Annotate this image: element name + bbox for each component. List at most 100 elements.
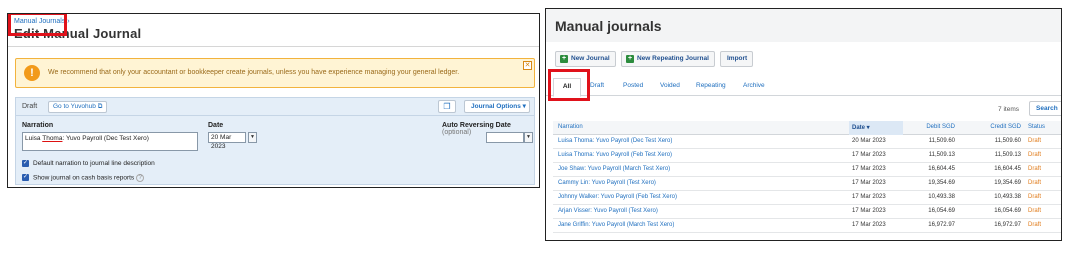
plus-icon: + [626,55,634,63]
row-narration[interactable]: Cammy Lin: Yuvo Payroll (Test Xero) [558,180,656,186]
items-count: 7 items [998,106,1019,113]
column-narration[interactable]: Narration [558,124,583,130]
narration-field[interactable]: Luisa Thoma: Yuvo Payroll (Dec Test Xero… [22,132,198,151]
table-row[interactable]: Johnny Walker: Yuvo Payroll (Feb Test Xe… [553,191,1061,205]
breadcrumb-highlight-box [8,14,67,36]
row-narration[interactable]: Arjan Visser: Yuvo Payroll (Test Xero) [558,208,658,214]
tab-all-highlight-box [548,69,590,101]
row-date: 20 Mar 2023 [852,138,886,144]
tab-voided[interactable]: Voided [660,82,680,89]
row-status: Draft [1028,152,1042,158]
status-label: Draft [22,103,38,110]
column-date[interactable]: Date ▾ [852,124,870,131]
column-debit[interactable]: Debit SGD [926,124,955,130]
row-narration[interactable]: Luisa Thoma: Yuvo Payroll (Feb Test Xero… [558,152,672,158]
column-status[interactable]: Status [1028,124,1045,130]
warning-text: We recommend that only your accountant o… [48,69,460,76]
date-label: Date [208,122,224,129]
external-link-icon: ⧉ [97,103,103,110]
new-repeating-label: New Repeating Journal [637,55,709,62]
page-title: Manual journals [555,18,662,34]
auto-reversing-text: Auto Reversing Date [442,122,511,129]
auto-reversing-chevron-icon[interactable]: ▼ [524,132,533,143]
tab-posted[interactable]: Posted [623,82,643,89]
narration-text-pre: Luisa [25,135,43,142]
default-narration-label: Default narration to journal line descri… [33,160,155,167]
row-status: Draft [1028,138,1042,144]
narration-label: Narration [22,122,54,129]
goto-label: Go to Yuvohub [53,103,96,110]
search-button[interactable]: Search [1029,101,1061,116]
import-button[interactable]: Import [720,51,754,67]
table-row[interactable]: Luisa Thoma: Yuvo Payroll (Dec Test Xero… [553,135,1061,149]
row-date: 17 Mar 2023 [852,194,886,200]
new-journal-button[interactable]: + New Journal [555,51,616,67]
journal-tabs: All Draft Posted Voided Repeating Archiv… [546,76,1061,97]
table-row[interactable]: Arjan Visser: Yuvo Payroll (Test Xero) 1… [553,205,1061,219]
row-debit: 11,509.13 [928,152,955,158]
close-icon[interactable]: ✕ [523,61,532,70]
cash-basis-checkbox[interactable]: ✓ [22,174,29,181]
row-debit: 19,354.69 [928,180,955,186]
warning-banner: ! We recommend that only your accountant… [15,58,535,88]
page-header: Manual journals [546,9,1061,42]
info-icon: ! [24,65,40,81]
row-debit: 16,972.97 [928,222,955,228]
row-status: Draft [1028,166,1042,172]
row-narration[interactable]: Jane Griffin: Yuvo Payroll (March Test X… [558,222,674,228]
column-credit[interactable]: Credit SGD [990,124,1021,130]
auto-reversing-date-field[interactable] [486,132,524,143]
date-picker-chevron-icon[interactable]: ▼ [248,132,257,143]
table-row[interactable]: Luisa Thoma: Yuvo Payroll (Feb Test Xero… [553,149,1061,163]
page-header: Manual Journals › Edit Manual Journal [8,14,539,46]
tab-draft[interactable]: Draft [590,82,604,89]
tab-repeating[interactable]: Repeating [696,82,726,89]
row-credit: 16,972.97 [994,222,1021,228]
default-narration-checkbox[interactable]: ✓ [22,160,29,167]
edit-manual-journal-panel: Manual Journals › Edit Manual Journal ! … [7,13,540,188]
optional-text: (optional) [442,129,472,136]
row-credit: 11,509.60 [994,138,1021,144]
journal-options-dropdown[interactable]: Journal Options ▾ [464,100,530,113]
row-status: Draft [1028,194,1042,200]
row-date: 17 Mar 2023 [852,208,886,214]
row-credit: 19,354.69 [994,180,1021,186]
row-credit: 16,054.69 [994,208,1021,214]
manual-journals-panel: Manual journals + New Journal + New Repeat… [545,8,1062,241]
table-row[interactable]: Jane Griffin: Yuvo Payroll (March Test X… [553,219,1061,233]
row-debit: 11,509.60 [928,138,955,144]
row-narration[interactable]: Joe Shaw: Yuvo Payroll (March Test Xero) [558,166,670,172]
table-row[interactable]: Joe Shaw: Yuvo Payroll (March Test Xero)… [553,163,1061,177]
divider [8,46,539,47]
help-icon[interactable]: ? [136,174,145,182]
row-date: 17 Mar 2023 [852,222,886,228]
narration-text-post: : Yuvo Payroll (Dec Test Xero) [62,135,149,142]
goto-yuvohub-button[interactable]: Go to Yuvohub ⧉ [48,101,108,113]
row-credit: 11,509.13 [994,152,1021,158]
plus-icon: + [560,55,568,63]
journal-form: Draft Go to Yuvohub ⧉ ❐ Journal Options … [15,97,535,185]
form-toolbar: Draft Go to Yuvohub ⧉ ❐ Journal Options … [16,98,534,116]
row-date: 17 Mar 2023 [852,166,886,172]
row-credit: 16,604.45 [994,166,1021,172]
row-status: Draft [1028,208,1042,214]
row-debit: 16,054.69 [928,208,955,214]
new-journal-label: New Journal [571,55,610,62]
table-header: Narration Date ▾ Debit SGD Credit SGD St… [553,121,1061,135]
row-narration[interactable]: Johnny Walker: Yuvo Payroll (Feb Test Xe… [558,194,677,200]
row-narration[interactable]: Luisa Thoma: Yuvo Payroll (Dec Test Xero… [558,138,672,144]
table-row[interactable]: Cammy Lin: Yuvo Payroll (Test Xero) 17 M… [553,177,1061,191]
tab-archive[interactable]: Archive [743,82,765,89]
row-date: 17 Mar 2023 [852,180,886,186]
row-date: 17 Mar 2023 [852,152,886,158]
narration-text-underlined: Thoma [42,135,63,142]
row-credit: 10,493.38 [994,194,1021,200]
date-field[interactable]: 20 Mar 2023 [208,132,246,150]
copy-icon[interactable]: ❐ [438,100,456,113]
row-status: Draft [1028,222,1042,228]
journals-table: Narration Date ▾ Debit SGD Credit SGD St… [553,121,1061,233]
new-repeating-journal-button[interactable]: + New Repeating Journal [621,51,715,67]
cash-basis-label: Show journal on cash basis reports? [33,174,145,182]
cash-basis-text: Show journal on cash basis reports [33,174,135,182]
row-debit: 10,493.38 [928,194,955,200]
